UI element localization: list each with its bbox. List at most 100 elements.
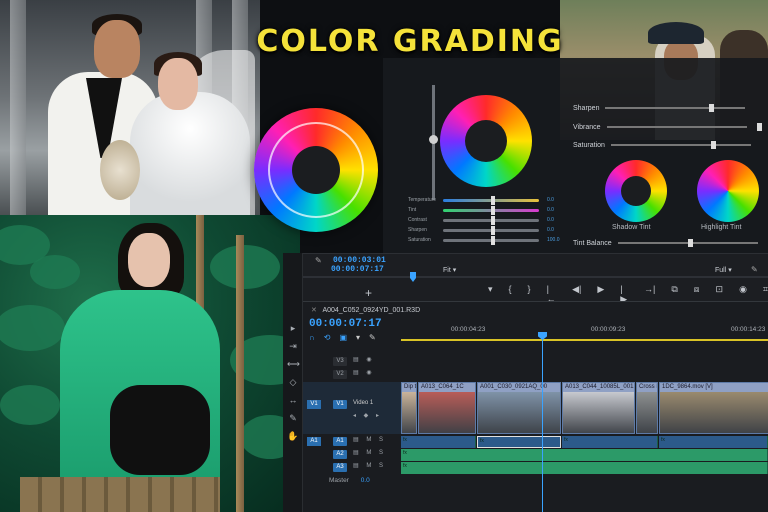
work-area-bar[interactable] bbox=[401, 339, 768, 341]
tint-balance-slider[interactable] bbox=[617, 239, 758, 247]
track-flags[interactable]: ▤ M S bbox=[353, 436, 386, 443]
track-name[interactable]: A3 bbox=[333, 463, 347, 472]
snap-icon[interactable]: ∩ bbox=[309, 333, 315, 342]
saturation-right-row[interactable]: Saturation bbox=[573, 139, 751, 151]
temperature-slider[interactable] bbox=[443, 195, 539, 205]
luma-slider[interactable] bbox=[429, 85, 438, 200]
contrast-row[interactable]: Contrast 0.0 bbox=[408, 215, 554, 225]
sharpen-row[interactable]: Sharpen 0.0 bbox=[408, 225, 554, 235]
saturation-value[interactable]: 100.0 bbox=[547, 237, 560, 243]
razor-tool-icon[interactable]: ◇ bbox=[287, 377, 299, 387]
add-button[interactable]: + bbox=[365, 286, 372, 300]
sharpen-right-slider[interactable] bbox=[605, 104, 746, 112]
video-clip[interactable]: A013_C044_10085L_001.R bbox=[562, 382, 635, 434]
track-toggle-icons[interactable]: ▤ ◉ bbox=[353, 356, 375, 363]
audio-clip[interactable]: fx bbox=[562, 436, 658, 448]
playback-progress[interactable] bbox=[303, 272, 768, 282]
track-name[interactable]: A2 bbox=[333, 450, 347, 459]
hand-tool-icon[interactable]: ✋ bbox=[287, 431, 299, 441]
track-header-v3[interactable]: V3 ▤ ◉ bbox=[303, 356, 401, 367]
tint-balance-row[interactable]: Tint Balance bbox=[573, 237, 758, 249]
contrast-value[interactable]: 0.0 bbox=[547, 217, 554, 223]
mute-solo[interactable]: M S bbox=[366, 450, 386, 456]
add-marker-icon[interactable]: ▣ bbox=[339, 333, 347, 342]
source-patch-v1[interactable]: V1 bbox=[307, 400, 321, 409]
wrench-icon[interactable]: ✎ bbox=[315, 256, 322, 265]
track-header-a1[interactable]: A1 A1 ▤ M S bbox=[303, 436, 401, 447]
fit-dropdown[interactable]: Fit ▾ bbox=[443, 266, 456, 274]
video-clip[interactable]: A001_C030_0921AQ_00 bbox=[477, 382, 561, 434]
source-patch-a1[interactable]: A1 bbox=[307, 437, 321, 446]
sharpen-value[interactable]: 0.0 bbox=[547, 227, 554, 233]
track-header-a2[interactable]: A2 ▤ M S bbox=[303, 449, 401, 460]
track-toggle-icons[interactable]: ▤ ◉ bbox=[353, 369, 375, 376]
resolution-dropdown[interactable]: Full ▾ bbox=[715, 266, 732, 274]
video-clip[interactable]: Cross D bbox=[636, 382, 658, 434]
saturation-right-slider[interactable] bbox=[610, 141, 751, 149]
video-clip[interactable]: A013_C064_1C bbox=[418, 382, 476, 434]
track-name[interactable]: V2 bbox=[333, 370, 347, 379]
shadow-tint-wheel[interactable] bbox=[605, 160, 667, 222]
marker-icon[interactable]: ▾ bbox=[356, 333, 360, 342]
keyframe-nav-icons[interactable]: ◂ ◆ ▸ bbox=[353, 412, 382, 419]
saturation-row[interactable]: Saturation 100.0 bbox=[408, 235, 560, 245]
track-label: Video 1 bbox=[353, 400, 374, 406]
timeline-settings-icon[interactable]: ✎ bbox=[369, 333, 376, 342]
page-title: COLOR GRADING bbox=[256, 24, 564, 59]
pen-tool-icon[interactable]: ✎ bbox=[287, 413, 299, 423]
program-timecode[interactable]: 00:00:07:17 bbox=[331, 265, 384, 274]
audio-clip[interactable]: fx bbox=[659, 436, 768, 448]
vibrance-row[interactable]: Vibrance bbox=[573, 121, 762, 133]
track-name[interactable]: A1 bbox=[333, 437, 347, 446]
track-header-a3[interactable]: A3 ▤ M S bbox=[303, 462, 401, 473]
track-flags[interactable]: ▤ M S bbox=[353, 449, 386, 456]
close-icon[interactable]: ✕ bbox=[311, 307, 317, 314]
track-name[interactable]: V3 bbox=[333, 357, 347, 366]
clip-name: A013_C044_10085L_001.R bbox=[563, 383, 634, 392]
track-flags[interactable]: ▤ M S bbox=[353, 462, 386, 469]
track-header-v2[interactable]: V2 ▤ ◉ bbox=[303, 369, 401, 380]
color-wheel-large[interactable] bbox=[254, 108, 378, 232]
sharpen-slider[interactable] bbox=[443, 225, 539, 235]
clip-name: 1DC_9864.mov [V] bbox=[660, 383, 768, 392]
track-header-v1[interactable]: V1 V1 Video 1 ◂ ◆ ▸ bbox=[303, 382, 401, 434]
sequence-tab[interactable]: ✕ A004_C052_0924YD_001.R3D bbox=[311, 306, 420, 314]
track-select-icon[interactable]: ⇥ bbox=[287, 341, 299, 351]
program-monitor-controls: 00:00:03:01 ✎ 00:00:07:17 Fit ▾ Full ▾ ✎… bbox=[303, 253, 768, 304]
contrast-slider[interactable] bbox=[443, 215, 539, 225]
tint-slider[interactable] bbox=[443, 205, 539, 215]
mute-solo[interactable]: M S bbox=[366, 463, 386, 469]
tint-row[interactable]: Tint 0.0 bbox=[408, 205, 554, 215]
color-wheel-midtones[interactable] bbox=[440, 95, 532, 187]
vibrance-slider[interactable] bbox=[606, 123, 762, 131]
master-track[interactable]: Master 0.0 bbox=[329, 477, 370, 484]
master-label: Master bbox=[329, 477, 349, 484]
timeline-timecode[interactable]: 00:00:07:17 bbox=[309, 318, 382, 330]
selection-tool-icon[interactable]: ▸ bbox=[287, 323, 299, 333]
temperature-row[interactable]: Temperature 0.0 bbox=[408, 195, 554, 205]
mute-solo[interactable]: M S bbox=[366, 437, 386, 443]
video-clip[interactable]: Dip to bbox=[401, 382, 417, 434]
clip-name: A013_C064_1C bbox=[419, 383, 475, 392]
audio-clip[interactable]: fx bbox=[477, 436, 561, 448]
master-volume[interactable]: 0.0 bbox=[361, 477, 370, 484]
saturation-slider[interactable] bbox=[443, 235, 539, 245]
linked-selection-icon[interactable]: ⟲ bbox=[324, 333, 331, 342]
slip-tool-icon[interactable]: ↔ bbox=[287, 395, 299, 405]
audio-clip[interactable]: fx bbox=[401, 449, 768, 461]
video-clip[interactable]: 1DC_9864.mov [V] bbox=[659, 382, 768, 434]
wrench-icon-right[interactable]: ✎ bbox=[751, 265, 758, 274]
temperature-value[interactable]: 0.0 bbox=[547, 197, 554, 203]
highlight-tint-wheel[interactable] bbox=[697, 160, 759, 222]
track-name[interactable]: V1 bbox=[333, 400, 347, 409]
audio-clip[interactable]: fx bbox=[401, 436, 476, 448]
contrast-label: Contrast bbox=[408, 217, 427, 223]
tint-value[interactable]: 0.0 bbox=[547, 207, 554, 213]
audio-clip[interactable]: fx bbox=[401, 462, 768, 474]
source-timecode[interactable]: 00:00:03:01 bbox=[333, 256, 386, 265]
time-ruler[interactable]: 00:00:04:23 00:00:09:23 00:00:14:23 bbox=[401, 320, 768, 341]
ripple-edit-icon[interactable]: ⟷ bbox=[287, 359, 300, 369]
fit-label: Fit bbox=[443, 267, 451, 274]
sharpen-right-row[interactable]: Sharpen bbox=[573, 102, 746, 114]
playhead[interactable] bbox=[538, 332, 547, 512]
